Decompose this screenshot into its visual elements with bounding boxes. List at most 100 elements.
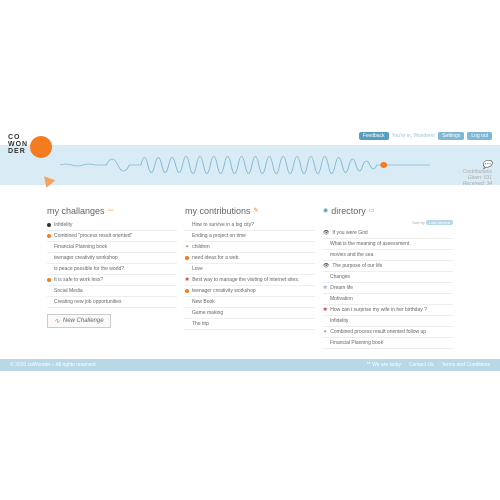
list-item[interactable]: Love [185,264,315,275]
list-item[interactable]: New Book [185,297,315,308]
list-item[interactable]: Motivation [323,294,453,305]
logo[interactable]: CO WON DER [0,130,60,155]
logo-text-2: WON [8,141,60,148]
list-item[interactable]: ✱How can i surprise my wife in her birth… [323,305,453,316]
list-item-label: need ideas for a web. [192,255,240,261]
header: CO WON DER Feedback You're in, Wanderer … [0,130,500,200]
list-item[interactable]: Creating new job opportunities [47,297,177,308]
waveform-graphic [60,145,430,185]
bullet-none [47,300,51,304]
bullet-none [185,300,189,304]
logo-text-1: CO [8,134,60,141]
book-icon: ▭ [369,207,375,214]
list-item[interactable]: need ideas for a web. [185,253,315,264]
directory-title: ◉ directory ▭ [323,206,453,216]
list-item-label: Ending a project on time [192,233,246,239]
star-red-icon: ✱ [185,277,189,283]
pencil-icon: ✎ [254,207,259,214]
list-item[interactable]: ❄Dream life [323,283,453,294]
bullet-none [185,322,189,326]
list-item[interactable]: Financial Planning book [47,242,177,253]
list-item-label: movies and the sea [330,252,373,258]
list-item-label: Financial Planning book [54,244,107,250]
logo-text-3: DER [8,148,60,155]
terms-link[interactable]: Terms and Conditions [442,362,490,368]
bullet-none [47,267,51,271]
greeting-text: You're in, Wanderer [392,133,436,139]
list-item-label: Infidelity [54,222,72,228]
lucky-text: ** We are lucky [367,362,401,368]
contact-link[interactable]: Contact Us [409,362,434,368]
snowflake-icon: ❄ [323,285,327,291]
heartbeat-icon: ∿ [54,317,60,325]
list-item-label: Game making [192,310,223,316]
challenges-list: Infidelity Combined "process result orien… [47,220,177,308]
list-item[interactable]: movies and the sea [323,250,453,261]
list-item[interactable]: Infidelity [323,316,453,327]
bullet-none [185,234,189,238]
list-item-label: Financial Planning book [330,340,383,346]
list-item[interactable]: Financial Planning book [323,338,453,349]
list-item[interactable]: How to survive in a big city? [185,220,315,231]
globe-icon: ◉ [323,207,328,214]
new-challenge-button[interactable]: ∿ New Challenge [47,314,111,328]
copyright: © 2010 coWonder – All rights reserved [10,362,96,368]
list-item[interactable]: is peace possible for the world? [47,264,177,275]
sortby-dropdown[interactable]: Last viewed [426,220,453,225]
list-item-label: teenager creativity workshop [192,288,256,294]
dot-orange-icon [185,289,189,293]
top-nav: Feedback You're in, Wanderer Settings Lo… [359,132,492,140]
list-item-label: children [192,244,210,250]
speech-tail-icon [41,176,56,190]
list-item[interactable]: Ending a project on time [185,231,315,242]
list-item-label: Creating new job opportunities [54,299,122,305]
logout-button[interactable]: Log out [467,132,492,140]
settings-button[interactable]: Settings [438,132,464,140]
list-item[interactable]: ✱Best way to manage the visiting of inte… [185,275,315,286]
speech-bubble-icon: 💬 [463,160,492,169]
star-red-icon: ✱ [323,307,327,313]
list-item[interactable]: Changes [323,272,453,283]
bullet-none [323,297,327,301]
list-item[interactable]: What is the meaning of assessment [323,239,453,250]
list-item[interactable]: ✦children [185,242,315,253]
list-item[interactable]: Infidelity [47,220,177,231]
list-item-label: Infidelity [330,318,348,324]
list-item[interactable]: The trip [185,319,315,330]
list-item-label: The trip [192,321,209,327]
dot-orange-icon [47,278,51,282]
list-item[interactable]: teenager creativity workshop [47,253,177,264]
contributions-title: my contributions ✎ [185,206,315,216]
star-green-icon: ✦ [323,329,327,335]
directory-list: 👁If you were God What is the meaning of a… [323,228,453,349]
feedback-button[interactable]: Feedback [359,132,389,140]
bullet-none [185,267,189,271]
list-item[interactable]: 👁If you were God [323,228,453,239]
list-item[interactable]: Game making [185,308,315,319]
list-item-label: What is the meaning of assessment [330,241,409,247]
list-item[interactable]: teenager creativity workshop [185,286,315,297]
list-item[interactable]: Social Media [47,286,177,297]
footer: © 2010 coWonder – All rights reserved **… [0,359,500,371]
list-item-label: Combined process result oriented follow … [330,329,426,335]
eye-icon: 👁 [323,263,329,269]
bullet-none [185,311,189,315]
star-green-icon: ✦ [185,244,189,250]
bullet-none [47,245,51,249]
stats-received: Received: 34 [463,181,492,187]
bullet-none [323,319,327,323]
contributions-column: my contributions ✎ How to survive in a b… [185,206,315,349]
list-item-label: The purpose of our life [332,263,382,269]
list-item[interactable]: It is safe to work less? [47,275,177,286]
pulse-icon: ⁓ [108,207,114,214]
bullet-none [323,275,327,279]
list-item[interactable]: Combined "process result oriented" [47,231,177,242]
list-item[interactable]: 👁The purpose of our life [323,261,453,272]
list-item-label: Social Media [54,288,83,294]
list-item-label: Motivation [330,296,353,302]
list-item[interactable]: ✦Combined process result oriented follow… [323,327,453,338]
new-challenge-label: New Challenge [63,318,104,324]
directory-column: ◉ directory ▭ Sort by Last viewed 👁If yo… [323,206,453,349]
list-item-label: Best way to manage the visiting of inter… [192,277,299,283]
list-item-label: New Book [192,299,215,305]
